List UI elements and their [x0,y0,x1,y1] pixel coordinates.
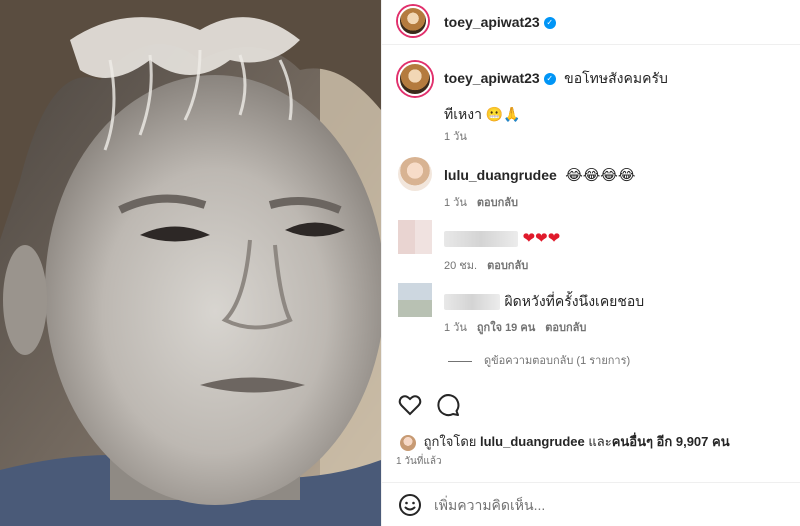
comment-meta: 1 วัน ถูกใจ 19 คน ตอบกลับ [444,318,586,336]
posted-time[interactable]: 1 วันที่แล้ว [396,454,442,469]
caption-author-avatar[interactable] [398,62,432,96]
comment-meta: 20 ชม. ตอบกลับ [444,256,528,274]
blurred-username[interactable] [444,293,500,310]
blurred-username[interactable] [444,230,518,247]
comment-text: 😂😂😂😂 [565,167,636,184]
comment-line: ❤❤❤ [444,229,560,248]
comment-text: ผิดหวังที่ครั้งนึงเคยชอบ [504,293,645,309]
verified-badge-icon: ✓ [543,72,556,85]
reply-button[interactable]: ตอบกลับ [487,260,528,272]
speech-bubble-icon[interactable] [436,393,460,417]
comment-author[interactable]: lulu_duangrudee [444,167,557,183]
comment-time[interactable]: 20 ชม. [444,260,477,272]
likes-others[interactable]: คนอื่นๆ อีก 9,907 คน [612,434,730,449]
likes-summary: ถูกใจโดย lulu_duangrudee และคนอื่นๆ อีก … [400,431,730,452]
likes-and: และ [588,434,612,449]
heart-outline-icon[interactable] [398,393,422,417]
comment-meta: 1 วัน ตอบกลับ [444,193,518,211]
comment-like-count[interactable]: ถูกใจ 19 คน [477,322,535,334]
caption-time[interactable]: 1 วัน [444,127,467,145]
verified-badge-icon: ✓ [543,16,556,29]
liker-avatar[interactable] [400,434,416,451]
caption-text-line2: ทีเหงา 😬🙏 [444,106,521,122]
add-comment-bar [382,482,800,526]
comment-line: ผิดหวังที่ครั้งนึงเคยชอบ [444,291,644,313]
post-photo[interactable] [0,0,381,526]
caption-line: toey_apiwat23 ✓ ขอโทษสังคมครับ [444,68,784,90]
reply-button[interactable]: ตอบกลับ [477,197,518,209]
caption-author[interactable]: toey_apiwat23 [444,70,540,86]
author-username[interactable]: toey_apiwat23 [444,14,540,30]
commenter-avatar[interactable] [398,157,432,191]
comment-time[interactable]: 1 วัน [444,322,467,334]
face-illustration [0,0,381,526]
post-header: toey_apiwat23 ✓ [382,0,800,45]
commenter-avatar-blurred[interactable] [398,220,432,254]
liker-username[interactable]: lulu_duangrudee [480,434,585,449]
comment-line: lulu_duangrudee 😂😂😂😂 [444,166,635,185]
comment-input[interactable] [434,493,774,517]
author-line: toey_apiwat23 ✓ [444,14,556,32]
view-replies-button[interactable]: ดูข้อความตอบกลับ (1 รายการ) [448,351,630,369]
reply-button[interactable]: ตอบกลับ [545,322,586,334]
comment-time[interactable]: 1 วัน [444,197,467,209]
likes-prefix: ถูกใจโดย [423,434,477,449]
post-details-panel: toey_apiwat23 ✓ toey_apiwat23 ✓ ขอโทษสังคม… [381,0,800,526]
author-avatar[interactable] [398,6,428,36]
smiley-icon[interactable] [398,493,422,517]
divider-line [448,360,472,362]
comment-text: ❤❤❤ [522,230,561,247]
view-replies-label: ดูข้อความตอบกลับ (1 รายการ) [484,355,631,367]
caption-text: ขอโทษสังคมครับ [564,70,668,86]
commenter-avatar-blurred[interactable] [398,283,432,317]
